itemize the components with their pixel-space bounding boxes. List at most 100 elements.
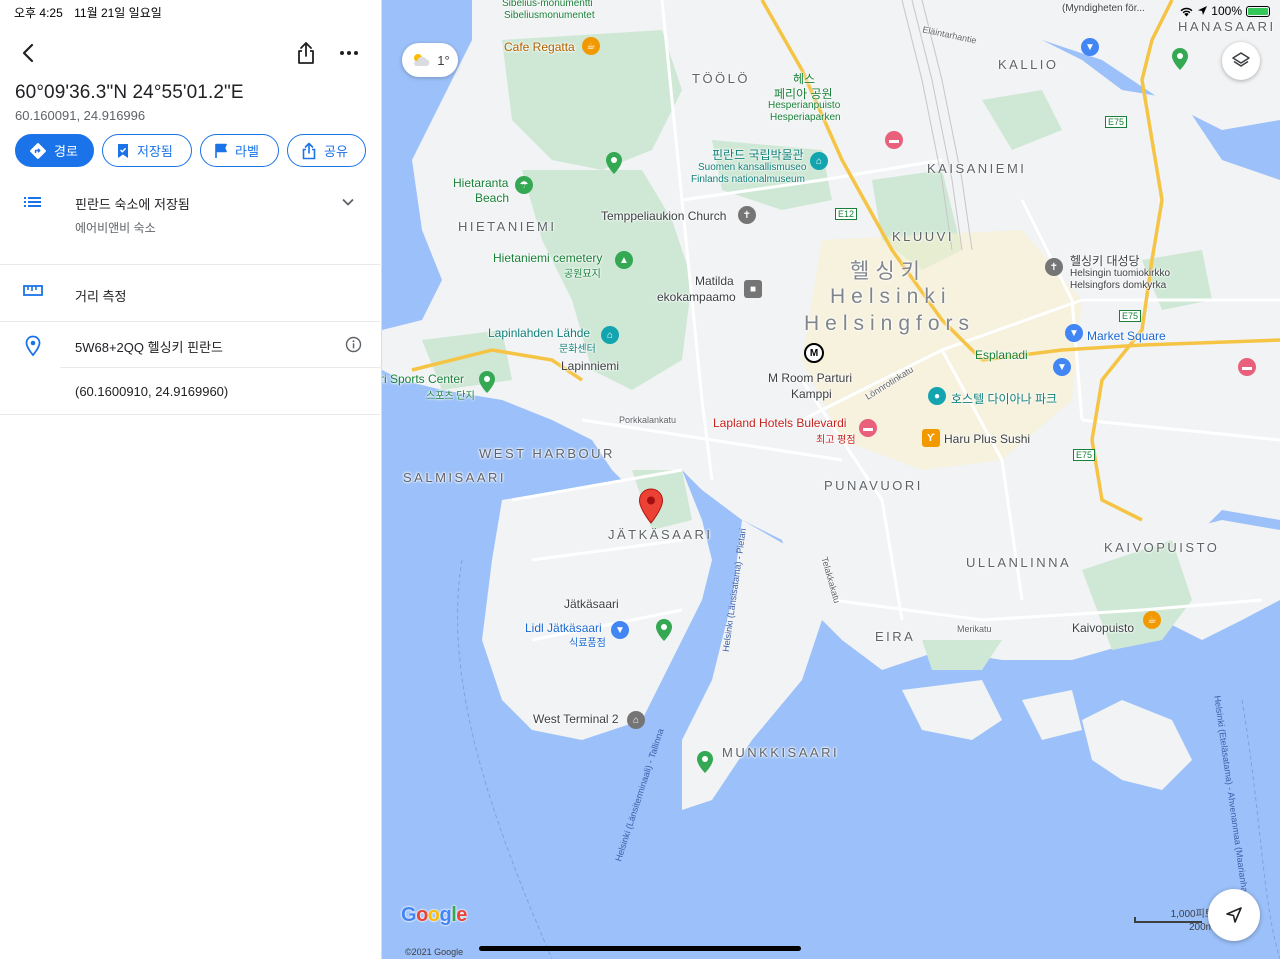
park-pin-icon[interactable] (696, 750, 714, 774)
poi-label: Hesperiaparken (770, 112, 841, 123)
poi-label: Hietaniemi cemetery (493, 251, 603, 265)
saved-label: 저장됨 (137, 144, 173, 159)
poi-label: Sibeliusmonumentet (504, 10, 595, 21)
district-label: WEST HARBOUR (479, 446, 615, 461)
weather-chip[interactable]: 1° (402, 43, 458, 77)
directions-button[interactable]: 경로 (15, 134, 94, 167)
poi-label: Cafe Regatta (504, 40, 575, 54)
highway-shield: E75 (1105, 116, 1128, 128)
selected-location-pin-icon[interactable] (638, 488, 664, 524)
chevron-down-icon[interactable] (340, 194, 356, 210)
restaurant-icon[interactable]: ϒ (922, 429, 940, 447)
my-location-button[interactable] (1208, 889, 1260, 941)
poi-label: Market Square (1087, 329, 1166, 343)
district-label: KALLIO (998, 57, 1059, 72)
poi-label: 핀란드 국립박물관 (712, 148, 804, 162)
plus-code-row[interactable]: 5W68+2QQ 헬싱키 핀란드 (0, 322, 382, 368)
place-panel: 60°09'36.3"N 24°55'01.2"E 60.160091, 24.… (0, 0, 382, 959)
poi-label: 헬싱키 대성당 (1070, 254, 1140, 268)
park-pin-icon[interactable] (605, 151, 623, 175)
museum-icon[interactable]: ⌂ (810, 152, 828, 170)
panel-toolbar (0, 38, 382, 68)
cultural-center-icon[interactable]: ⌂ (601, 326, 619, 344)
home-indicator[interactable] (479, 946, 801, 951)
shopping-icon[interactable]: ▼ (1065, 324, 1083, 342)
hotel-icon[interactable]: ▬ (1238, 358, 1256, 376)
label-button[interactable]: 라벨 (200, 134, 279, 167)
battery-icon (1246, 5, 1270, 17)
poi-label: 스포츠 단지 (426, 391, 475, 402)
poi-label: Lapinlahden Lähde (488, 326, 591, 340)
flag-icon (215, 143, 227, 158)
cafe-icon[interactable]: ☕ (582, 37, 600, 55)
share-button[interactable]: 공유 (287, 134, 366, 167)
bookmark-icon (118, 143, 128, 158)
beach-icon[interactable]: ☂ (515, 176, 533, 194)
shopping-icon[interactable]: ▼ (1053, 358, 1071, 376)
district-label: PUNAVUORI (824, 478, 923, 493)
city-label-korean: 헬싱키 (850, 260, 926, 283)
location-arrow-icon (1198, 6, 1208, 15)
label-label: 라벨 (235, 144, 259, 159)
cemetery-icon[interactable]: ▲ (615, 251, 633, 269)
poi-label: Helsingin tuomiokirkko (1070, 268, 1171, 279)
more-options-icon[interactable] (336, 40, 362, 66)
poi-label: Hietaranta (453, 176, 509, 190)
church-icon[interactable]: ✝ (738, 206, 756, 224)
back-icon[interactable] (16, 40, 42, 66)
share-icon[interactable] (294, 40, 318, 66)
poi-label: Kamppi (791, 387, 832, 401)
poi-label: Suomen kansallismuseo (698, 162, 807, 173)
share-chip-icon (302, 142, 316, 159)
place-title: 60°09'36.3"N 24°55'01.2"E (15, 82, 244, 103)
map-copyright: ©2021 Google (405, 947, 464, 957)
city-label-swedish: Helsingfors (804, 312, 976, 335)
street-label: Merikatu (957, 624, 992, 634)
church-icon[interactable]: ✝ (1045, 258, 1063, 276)
poi-label: Jätkäsaari (564, 597, 619, 611)
saved-list-subtitle: 에어비앤비 숙소 (75, 221, 156, 235)
grocery-icon[interactable]: ▼ (611, 621, 629, 639)
poi-label: Finlands nationalmuseum (691, 174, 805, 185)
poi-label: 공원묘지 (564, 269, 601, 280)
cafe-icon[interactable]: ☕ (1143, 611, 1161, 629)
directions-icon (30, 142, 46, 159)
coordinates-row[interactable]: (60.1600910, 24.9169960) (0, 368, 382, 414)
terminal-icon[interactable]: ⌂ (627, 711, 645, 729)
park-pin-icon[interactable] (655, 618, 673, 642)
place-coordinates: 60.160091, 24.916996 (15, 108, 146, 123)
poi-label: 문화센터 (559, 344, 596, 355)
poi-label: Sibelius-monumentti (502, 0, 593, 9)
shopping-icon[interactable]: ▼ (1081, 38, 1099, 56)
poi-label: West Terminal 2 (533, 712, 619, 726)
saved-button[interactable]: 저장됨 (102, 134, 192, 167)
district-label: ULLANLINNA (966, 555, 1072, 570)
decimal-coordinates: (60.1600910, 24.9169960) (75, 384, 229, 399)
saved-list-row[interactable]: 핀란드 숙소에 저장됨 에어비앤비 숙소 (0, 186, 382, 264)
poi-label: ri Sports Center (382, 372, 465, 386)
district-label: JÄTKÄSAARI (608, 527, 713, 542)
sports-pin-icon[interactable] (478, 370, 496, 394)
poi-label: M Room Parturi (768, 371, 853, 385)
map-layers-button[interactable] (1222, 42, 1260, 80)
map-canvas[interactable]: TÖÖLÖ KALLIO HANASAARI KAISANIEMI HIETAN… (382, 0, 1280, 959)
action-chips: 경로 저장됨 라벨 공유 (15, 134, 366, 167)
hotel-icon[interactable]: ▬ (885, 131, 903, 149)
share-label: 공유 (324, 144, 348, 159)
shop-icon[interactable]: ■ (744, 280, 762, 298)
measure-distance-row[interactable]: 거리 측정 (0, 265, 382, 321)
park-pin-icon[interactable] (1171, 47, 1189, 71)
hostel-icon[interactable]: ● (928, 387, 946, 405)
street-label: Porkkalankatu (619, 415, 677, 425)
district-label: HANASAARI (1178, 19, 1276, 34)
google-logo: Google (401, 904, 467, 926)
district-label: EIRA (875, 629, 916, 644)
status-date: 11월 21일 일요일 (74, 6, 162, 20)
poi-label: Helsingfors domkyrka (1070, 280, 1167, 291)
hotel-icon[interactable]: ▬ (859, 419, 877, 437)
metro-icon[interactable]: M (804, 343, 824, 363)
info-icon[interactable] (345, 336, 362, 353)
district-label: KLUUVI (892, 229, 954, 244)
saved-list-title: 핀란드 숙소에 저장됨 (75, 197, 190, 212)
location-pin-icon (25, 335, 41, 357)
